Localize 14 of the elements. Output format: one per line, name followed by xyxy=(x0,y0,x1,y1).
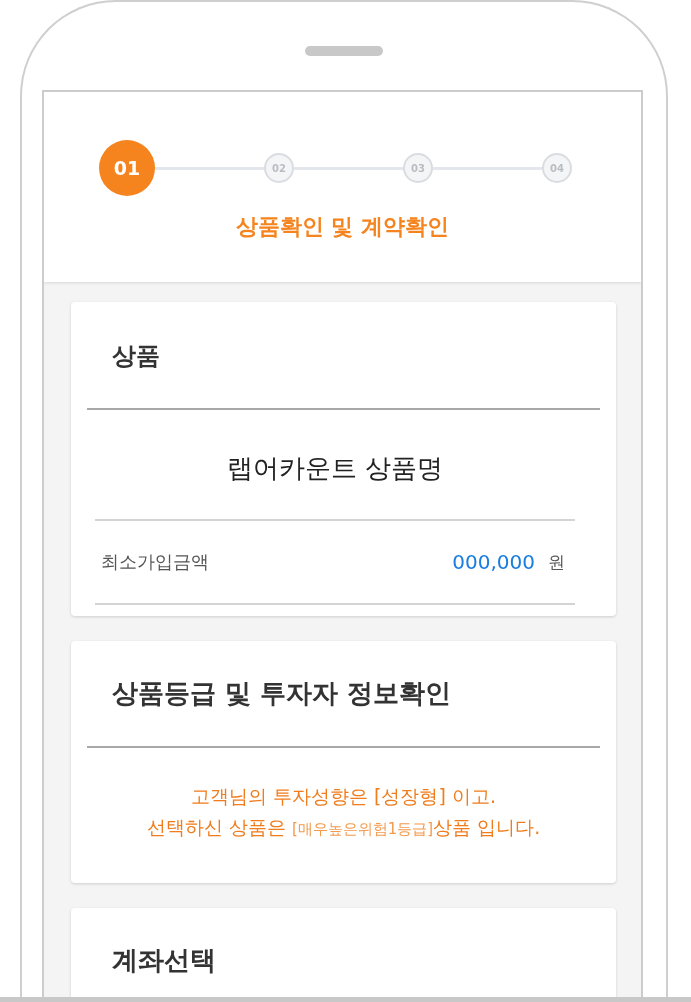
step-indicator: 02 xyxy=(264,153,294,183)
card-title: 상품등급 및 투자자 정보확인 xyxy=(111,677,453,710)
card-title: 계좌선택 xyxy=(111,944,217,977)
notice-text: 선택하신 상품은 [매우높은위험1등급]상품 입니다. xyxy=(145,815,542,840)
notice-text: 고객님의 투자성향은 [성장형] 이고. xyxy=(190,784,497,809)
amount-value: 000,000 xyxy=(452,550,535,574)
card-title: 상품 xyxy=(111,341,161,372)
step-indicator: 03 xyxy=(403,153,433,183)
step-indicator: 04 xyxy=(542,153,572,183)
step-indicator: 01 xyxy=(99,140,155,196)
step-title: 상품확인 및 계약확인 xyxy=(234,213,451,241)
currency-unit: 원 xyxy=(548,550,565,574)
field-label: 최소가입금액 xyxy=(101,550,210,574)
product-name: 랩어카운트 상품명 xyxy=(225,452,445,485)
